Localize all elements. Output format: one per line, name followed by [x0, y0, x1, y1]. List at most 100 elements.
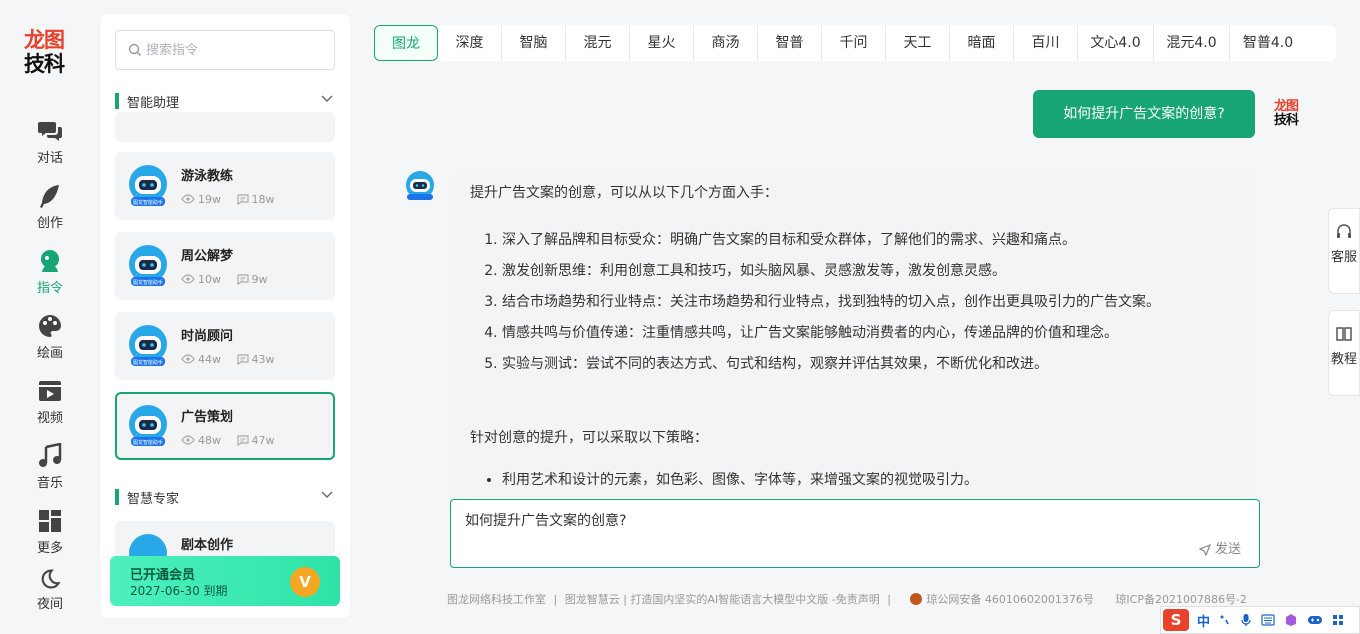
tab-model-shangtang[interactable]: 商汤	[694, 25, 758, 61]
keyboard-icon[interactable]	[1261, 614, 1275, 626]
nav-label: 视频	[36, 411, 63, 426]
gamepad-icon[interactable]	[1307, 614, 1323, 626]
skin-icon[interactable]	[1284, 613, 1298, 627]
nav-item-command[interactable]: 指令	[0, 248, 100, 296]
ime-language-toggle[interactable]: 中	[1197, 611, 1210, 630]
robot-avatar-icon: 图龙智能助手	[129, 165, 167, 206]
microphone-icon[interactable]	[1240, 613, 1252, 627]
nav-label: 绘画	[36, 346, 63, 361]
music-note-icon	[39, 443, 62, 467]
palette-icon	[39, 315, 61, 337]
card-title: 时尚顾问	[181, 329, 234, 344]
search-input[interactable]	[146, 39, 326, 61]
eye-icon	[181, 274, 195, 284]
tab-model-zhipu[interactable]: 智普	[758, 25, 822, 61]
footer-slogan: 打造国内坚实的AI智能语言大模型中文版	[630, 593, 829, 606]
model-tabs: 图龙 深度 智脑 混元 星火 商汤 智普 千问 天工 暗面 百川 文心4.0 混…	[374, 25, 1336, 61]
tab-model-xinghuo[interactable]: 星火	[630, 25, 694, 61]
book-icon	[1336, 327, 1352, 341]
search-box[interactable]	[115, 30, 335, 70]
section-marker	[115, 93, 119, 109]
tab-model-baichuan[interactable]: 百川	[1014, 25, 1078, 61]
command-panel: 智能助理 图龙智能助手 游泳教练 19w 18w 图龙智能助手 周公解梦 10w…	[100, 14, 350, 618]
footer-police[interactable]: 琼公网安备 46010602001376号	[926, 591, 1093, 607]
tab-model-qianwen[interactable]: 千问	[822, 25, 886, 61]
answer-intro: 提升广告文案的创意，可以从以下几个方面入手：	[470, 185, 778, 201]
view-count: 10w	[198, 272, 221, 286]
feather-icon	[40, 185, 59, 208]
video-icon	[39, 381, 61, 401]
chevron-down-icon[interactable]	[321, 95, 333, 103]
customer-service-button[interactable]: 客服	[1328, 208, 1360, 294]
answer-point: 情感共鸣与价值传递：注重情感共鸣，让广告文案能够触动消费者的内心，传递品牌的价值…	[502, 319, 1240, 347]
chat-bubbles-icon	[38, 122, 62, 141]
footer-studio[interactable]: 图龙网络科技工作室	[447, 591, 546, 607]
nav-item-more[interactable]: 更多	[0, 508, 100, 556]
comment-icon	[236, 274, 249, 285]
nav-label: 对话	[36, 151, 63, 166]
answer-point: 结合市场趋势和行业特点：关注市场趋势和行业特点，找到独特的切入点，创作出更具吸引…	[502, 288, 1240, 316]
section-marker	[115, 489, 119, 505]
send-label: 发送	[1214, 542, 1241, 557]
section-title: 智能助理	[127, 96, 180, 111]
command-card-dream-interpreter[interactable]: 图龙智能助手 周公解梦 10w 9w	[115, 232, 335, 300]
eye-icon	[181, 354, 195, 364]
punctuation-icon[interactable]	[1219, 614, 1231, 626]
brand-logo[interactable]: 龙图 技科	[24, 28, 76, 78]
vip-status: 已开通会员	[130, 568, 196, 583]
avatar-caption: 图龙智能助手	[133, 439, 163, 446]
command-card-ad-planner[interactable]: 图龙智能助手 广告策划 48w 47w	[115, 392, 335, 460]
footer-disclaimer[interactable]: -免责声明	[832, 591, 880, 607]
search-icon	[128, 43, 141, 56]
grid-icon	[39, 510, 61, 532]
section-smart-assistant[interactable]: 智能助理	[115, 91, 335, 111]
nav-item-create[interactable]: 创作	[0, 183, 100, 231]
card-title: 游泳教练	[181, 169, 234, 184]
nav-item-night[interactable]: 夜间	[0, 568, 100, 612]
apps-grid-icon[interactable]	[1332, 614, 1344, 626]
tab-model-anmian[interactable]: 暗面	[950, 25, 1014, 61]
moon-icon	[41, 569, 61, 589]
tab-model-zhipu4[interactable]: 智普4.0	[1230, 25, 1306, 61]
float-label: 客服	[1330, 250, 1357, 265]
comment-icon	[236, 435, 249, 446]
chevron-down-icon[interactable]	[321, 491, 333, 499]
command-card-swim-coach[interactable]: 图龙智能助手 游泳教练 19w 18w	[115, 152, 335, 220]
nav-item-music[interactable]: 音乐	[0, 443, 100, 491]
ime-logo-icon[interactable]: S	[1163, 609, 1189, 631]
tab-model-tiangong[interactable]: 天工	[886, 25, 950, 61]
robot-avatar-icon: 图龙智能助手	[129, 405, 167, 446]
card-stats: 48w 47w	[181, 433, 275, 447]
list-item-partial[interactable]	[115, 112, 335, 142]
section-wise-expert[interactable]: 智慧专家	[115, 487, 335, 507]
vip-banner[interactable]: 已开通会员 2027-06-30 到期 V	[110, 556, 340, 606]
footer-icp[interactable]: 琼ICP备2021007886号-2	[1115, 591, 1247, 607]
nav-item-paint[interactable]: 绘画	[0, 313, 100, 361]
nav-item-chat[interactable]: 对话	[0, 118, 100, 166]
send-icon	[1198, 543, 1212, 556]
tab-model-hunyuan4[interactable]: 混元4.0	[1154, 25, 1230, 61]
tab-model-tulong[interactable]: 图龙	[374, 25, 438, 61]
tab-model-zhinao[interactable]: 智脑	[502, 25, 566, 61]
float-label: 教程	[1330, 352, 1357, 367]
composer: 如何提升广告文案的创意? 发送	[450, 499, 1260, 568]
tab-model-shendu[interactable]: 深度	[438, 25, 502, 61]
footer-cloud[interactable]: 图龙智慧云	[565, 591, 620, 607]
headset-icon	[1337, 224, 1351, 238]
tab-model-wenxin4[interactable]: 文心4.0	[1078, 25, 1154, 61]
user-message: 如何提升广告文案的创意?	[1033, 90, 1255, 138]
left-rail: 龙图 技科 对话 创作 指令 绘画 视频 音乐 更多 夜间	[0, 0, 100, 634]
section-title: 智慧专家	[127, 492, 180, 507]
command-card-fashion-advisor[interactable]: 图龙智能助手 时尚顾问 44w 43w	[115, 312, 335, 380]
message-input[interactable]: 如何提升广告文案的创意?	[465, 510, 1245, 536]
vip-expiry: 2027-06-30 到期	[130, 584, 228, 598]
footer-sep: |	[623, 593, 627, 606]
nav-item-video[interactable]: 视频	[0, 378, 100, 426]
tab-model-hunyuan[interactable]: 混元	[566, 25, 630, 61]
tutorial-button[interactable]: 教程	[1328, 310, 1360, 396]
send-button[interactable]: 发送	[1198, 538, 1241, 557]
strategy-item: 利用艺术和设计的元素，如色彩、图像、字体等，来增强文案的视觉吸引力。	[502, 468, 1240, 492]
eye-icon	[181, 194, 195, 204]
view-count: 48w	[198, 433, 221, 447]
view-count: 19w	[198, 192, 221, 206]
